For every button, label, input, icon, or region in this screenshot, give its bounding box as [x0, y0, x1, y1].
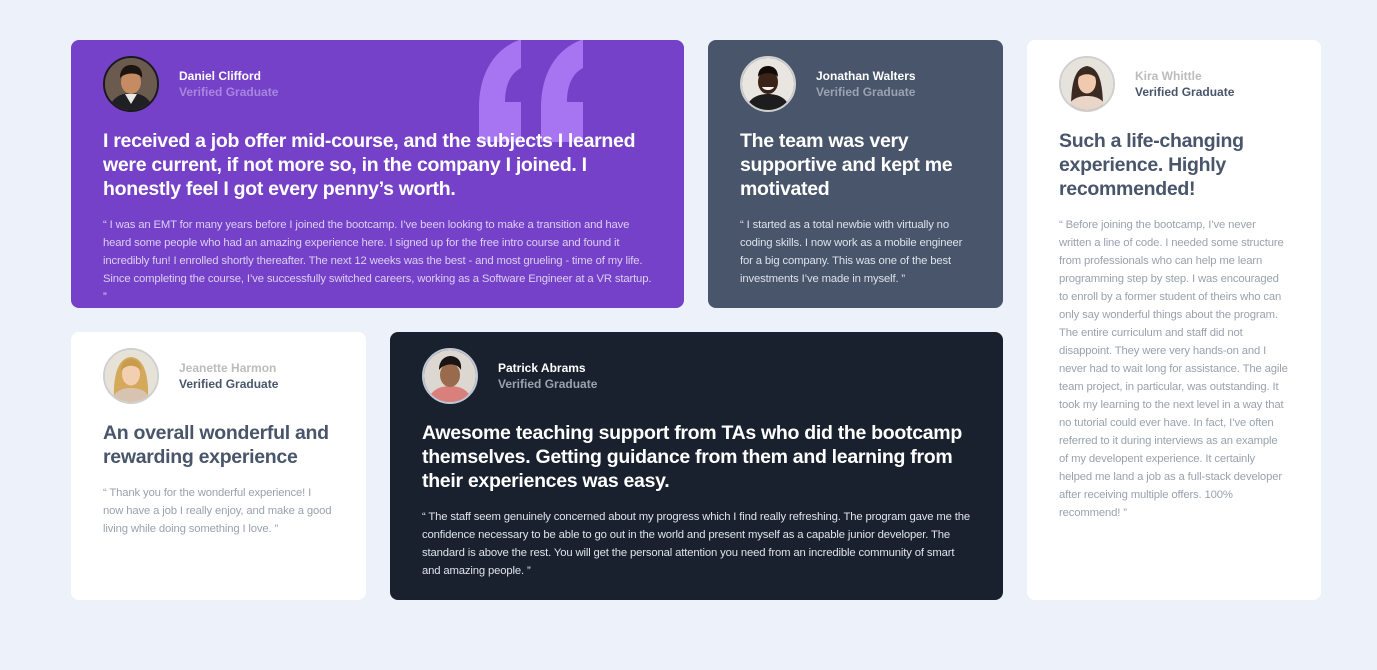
author-role: Verified Graduate: [1135, 85, 1235, 99]
testimonial-headline: I received a job offer mid-course, and t…: [103, 130, 636, 200]
testimonial-headline: An overall wonderful and rewarding exper…: [103, 422, 329, 468]
author-info: Jeanette Harmon Verified Graduate: [179, 360, 278, 392]
author-info: Kira Whittle Verified Graduate: [1135, 68, 1234, 100]
testimonial-body: “ Before joining the bootcamp, I’ve neve…: [1059, 219, 1288, 519]
testimonial-body: “ I started as a total newbie with virtu…: [740, 219, 963, 285]
author-role: Verified Graduate: [816, 85, 916, 99]
author-name: Jonathan Walters: [816, 69, 916, 83]
author-name: Patrick Abrams: [498, 361, 586, 375]
testimonial-headline: Awesome teaching support from TAs who di…: [422, 422, 962, 492]
testimonial-card-patrick-abrams: Patrick Abrams Verified Graduate Awesome…: [390, 332, 1003, 600]
testimonial-card-jonathan-walters: Jonathan Walters Verified Graduate The t…: [708, 40, 1003, 308]
testimonial-card-kira-whittle: Kira Whittle Verified Graduate Such a li…: [1027, 40, 1321, 600]
testimonial-header: Jonathan Walters Verified Graduate: [740, 56, 971, 112]
avatar: [103, 348, 159, 404]
avatar: [1059, 56, 1115, 112]
author-role: Verified Graduate: [179, 377, 279, 391]
avatar: [740, 56, 796, 112]
author-role: Verified Graduate: [498, 377, 598, 391]
author-name: Kira Whittle: [1135, 69, 1202, 83]
author-role: Verified Graduate: [179, 85, 279, 99]
testimonial-body: “ Thank you for the wonderful experience…: [103, 487, 332, 535]
author-info: Daniel Clifford Verified Graduate: [179, 68, 278, 100]
testimonial-headline: The team was very supportive and kept me…: [740, 130, 953, 200]
author-name: Daniel Clifford: [179, 69, 262, 83]
author-info: Jonathan Walters Verified Graduate: [816, 68, 916, 100]
testimonial-header: Daniel Clifford Verified Graduate: [103, 56, 652, 112]
author-name: Jeanette Harmon: [179, 361, 277, 375]
avatar: [103, 56, 159, 112]
avatar: [422, 348, 478, 404]
testimonial-body: “ The staff seem genuinely concerned abo…: [422, 511, 971, 577]
testimonial-headline: Such a life-changing experience. Highly …: [1059, 130, 1244, 200]
testimonial-card-jeanette-harmon: Jeanette Harmon Verified Graduate An ove…: [71, 332, 366, 600]
testimonial-body: “ I was an EMT for many years before I j…: [103, 219, 652, 303]
testimonial-header: Kira Whittle Verified Graduate: [1059, 56, 1289, 112]
author-info: Patrick Abrams Verified Graduate: [498, 360, 597, 392]
testimonial-header: Patrick Abrams Verified Graduate: [422, 348, 971, 404]
testimonial-header: Jeanette Harmon Verified Graduate: [103, 348, 334, 404]
testimonial-card-daniel-clifford: Daniel Clifford Verified Graduate I rece…: [71, 40, 684, 308]
